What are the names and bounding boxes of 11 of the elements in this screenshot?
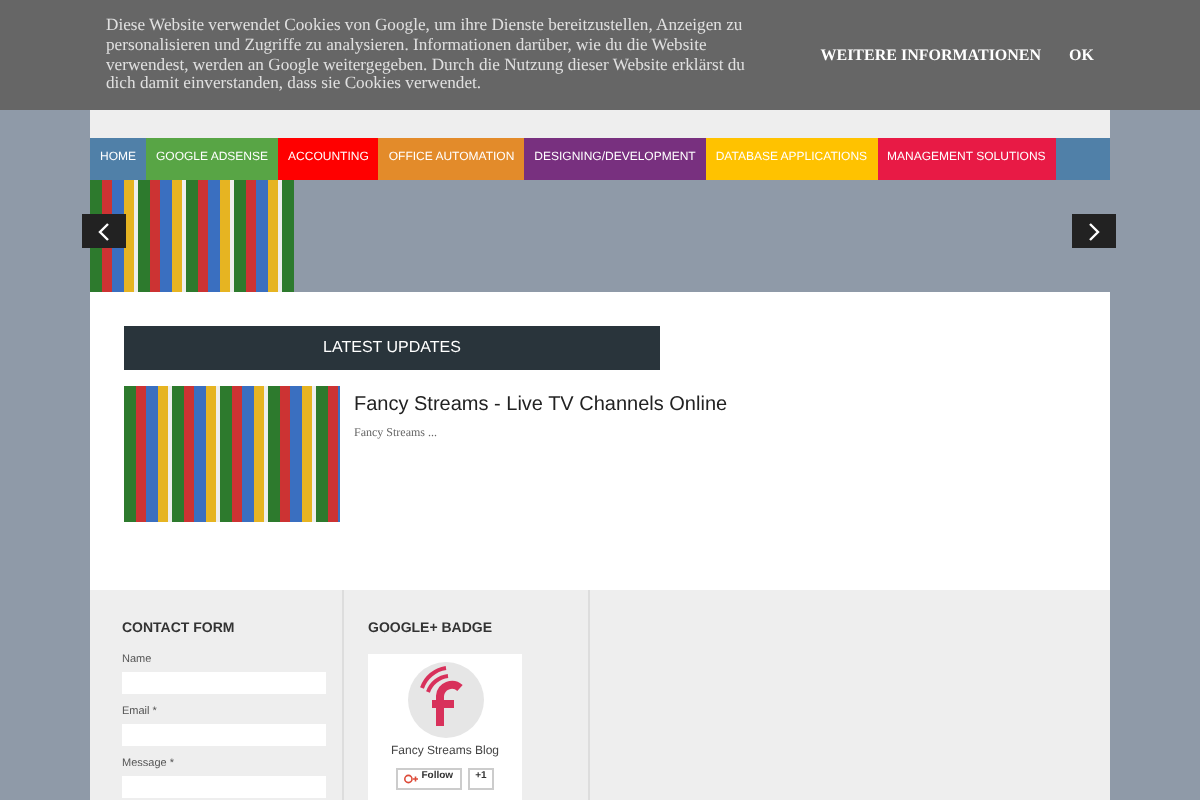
previous-button[interactable] — [82, 214, 126, 248]
post-title[interactable]: Fancy Streams - Live TV Channels Online — [354, 390, 728, 420]
chevron-left-icon — [98, 221, 110, 241]
logo-icon — [405, 659, 485, 739]
cookie-message: Diese Website verwendet Cookies von Google, um ihre Dienste bereitzustellen, Anzeigen zu personalisieren und Zugriffe zu analysieren. Informationen darüber, wie du die Website verwendest, werden an Google weitergegeben. Durch die Nutzung dieser Website erklärst du dich damit einverstanden, dass sie Cookies verwendet. — [106, 16, 747, 94]
section-title: LATEST UPDATES — [323, 336, 461, 360]
cookie-button[interactable]: WEITERE INFORMATIONEN — [820, 43, 1042, 67]
next-button[interactable] — [1072, 214, 1116, 248]
chevron-right-icon — [1088, 221, 1100, 241]
cookie-button[interactable]: OK — [1069, 43, 1094, 67]
google-plus-icon — [403, 773, 418, 783]
